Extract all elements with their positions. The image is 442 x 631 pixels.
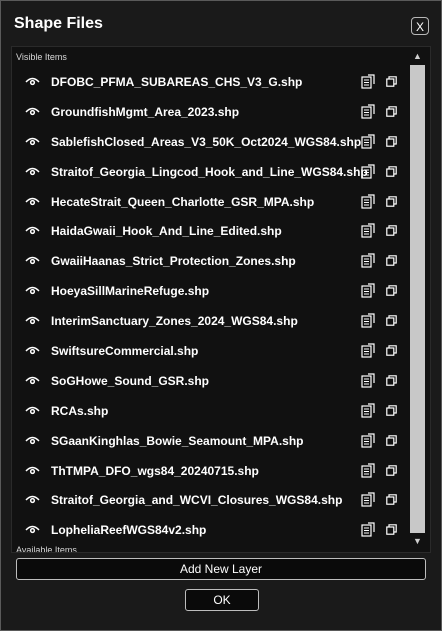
layer-properties-icon[interactable] — [361, 343, 375, 358]
layer-properties-icon[interactable] — [361, 253, 375, 268]
copy-icon[interactable] — [386, 315, 397, 326]
layer-properties-icon[interactable] — [361, 193, 375, 209]
layer-name: DFOBC_PFMA_SUBAREAS_CHS_V3_G.shp — [51, 75, 303, 89]
layer-row[interactable]: RCAs.shp — [12, 396, 410, 426]
copy-icon[interactable] — [386, 434, 397, 446]
layer-properties-icon[interactable] — [361, 104, 375, 119]
list-scrollbar[interactable]: ▲ ▼ — [410, 51, 425, 548]
layer-row[interactable]: Straitof_Georgia_Lingcod_Hook_and_Line_W… — [12, 157, 410, 187]
eye-icon[interactable] — [25, 76, 40, 87]
layer-properties-icon[interactable] — [361, 313, 375, 328]
scroll-down-icon[interactable]: ▼ — [413, 536, 422, 546]
copy-icon[interactable] — [386, 464, 397, 476]
eye-icon[interactable] — [25, 136, 40, 147]
layer-row[interactable]: HaidaGwaii_Hook_And_Line_Edited.shp — [12, 216, 410, 246]
eye-icon[interactable] — [25, 106, 40, 117]
layer-properties-icon[interactable] — [361, 164, 375, 179]
eye-icon[interactable] — [25, 255, 40, 266]
layer-row[interactable]: HoeyaSillMarineRefuge.shp — [12, 276, 410, 306]
eye-icon[interactable] — [25, 524, 40, 535]
layer-row[interactable]: SGaanKinghlas_Bowie_Seamount_MPA.shp — [12, 426, 410, 456]
layer-properties-icon[interactable] — [361, 223, 375, 239]
layer-properties-icon[interactable] — [361, 403, 375, 418]
close-button[interactable]: X — [411, 17, 429, 35]
eye-icon[interactable] — [25, 375, 40, 386]
scroll-thumb[interactable] — [410, 65, 425, 533]
eye-icon[interactable] — [25, 285, 40, 296]
copy-icon[interactable] — [386, 404, 397, 416]
layer-properties-icon[interactable] — [361, 522, 375, 537]
eye-icon[interactable] — [25, 225, 40, 236]
layer-name: LopheliaReefWGS84v2.shp — [51, 523, 207, 538]
copy-icon[interactable] — [386, 76, 397, 87]
layer-row[interactable]: SablefishClosed_Areas_V3_50K_Oct2024_WGS… — [12, 127, 410, 157]
copy-icon[interactable] — [386, 225, 397, 237]
layer-properties-icon[interactable] — [361, 283, 375, 298]
copy-icon[interactable] — [386, 106, 397, 117]
eye-icon[interactable] — [25, 465, 40, 476]
eye-icon[interactable] — [25, 494, 40, 505]
eye-icon[interactable] — [25, 405, 40, 416]
copy-icon[interactable] — [386, 494, 397, 506]
layer-name: HoeyaSillMarineRefuge.shp — [51, 284, 210, 299]
layer-properties-icon[interactable] — [361, 492, 375, 508]
layer-properties-icon[interactable] — [361, 373, 375, 388]
dialog-title: Shape Files — [14, 15, 103, 32]
layer-properties-icon[interactable] — [361, 74, 375, 89]
copy-icon[interactable] — [386, 375, 397, 386]
copy-icon[interactable] — [386, 524, 397, 536]
layer-list: Visible Items DFOBC_PFMA_SUBAREAS_CHS_V3… — [11, 46, 431, 553]
eye-icon[interactable] — [25, 435, 40, 446]
copy-icon[interactable] — [386, 285, 397, 297]
eye-icon[interactable] — [25, 166, 40, 177]
layer-name: HecateStrait_Queen_Charlotte_GSR_MPA.shp — [51, 194, 315, 209]
shape-files-dialog: Shape Files X Visible Items DFOBC_PFMA_S… — [0, 0, 442, 631]
layer-properties-icon[interactable] — [361, 462, 375, 478]
visible-items-label: Visible Items — [16, 52, 67, 62]
layer-name: InterimSanctuary_Zones_2024_WGS84.shp — [51, 314, 298, 329]
layer-properties-icon[interactable] — [361, 433, 375, 448]
eye-icon[interactable] — [25, 315, 40, 326]
layer-name: SablefishClosed_Areas_V3_50K_Oct2024_WGS… — [51, 134, 362, 149]
layer-row[interactable]: LopheliaReefWGS84v2.shp — [12, 515, 410, 545]
layer-row[interactable]: InterimSanctuary_Zones_2024_WGS84.shp — [12, 306, 410, 336]
layer-name: HaidaGwaii_Hook_And_Line_Edited.shp — [51, 224, 282, 239]
layer-row[interactable]: HecateStrait_Queen_Charlotte_GSR_MPA.shp — [12, 187, 410, 217]
available-items-label: Available Items — [16, 545, 77, 553]
layer-row[interactable]: Straitof_Georgia_and_WCVI_Closures_WGS84… — [12, 485, 410, 515]
layer-row[interactable]: SoGHowe_Sound_GSR.shp — [12, 366, 410, 396]
layer-row[interactable]: DFOBC_PFMA_SUBAREAS_CHS_V3_G.shp — [12, 67, 410, 97]
scroll-up-icon[interactable]: ▲ — [413, 51, 422, 61]
copy-icon[interactable] — [386, 195, 397, 207]
layer-name: GroundfishMgmt_Area_2023.shp — [51, 104, 240, 119]
layer-properties-icon[interactable] — [361, 134, 375, 149]
layer-name: Straitof_Georgia_and_WCVI_Closures_WGS84… — [51, 493, 343, 508]
layer-name: RCAs.shp — [51, 403, 109, 418]
eye-icon[interactable] — [25, 196, 40, 207]
layer-row[interactable]: GwaiiHaanas_Strict_Protection_Zones.shp — [12, 246, 410, 276]
layer-name: SwiftsureCommercial.shp — [51, 344, 199, 359]
layer-row[interactable]: ThTMPA_DFO_wgs84_20240715.shp — [12, 456, 410, 486]
eye-icon[interactable] — [25, 345, 40, 356]
copy-icon[interactable] — [386, 135, 397, 147]
add-new-layer-button[interactable]: Add New Layer — [16, 558, 426, 580]
copy-icon[interactable] — [386, 255, 397, 267]
ok-button[interactable]: OK — [185, 589, 259, 611]
layer-name: SoGHowe_Sound_GSR.shp — [51, 373, 210, 388]
copy-icon[interactable] — [386, 165, 397, 177]
layer-name: Straitof_Georgia_Lingcod_Hook_and_Line_W… — [51, 164, 368, 179]
layer-row[interactable]: GroundfishMgmt_Area_2023.shp — [12, 97, 410, 127]
layer-name: ThTMPA_DFO_wgs84_20240715.shp — [51, 463, 259, 478]
layer-items: DFOBC_PFMA_SUBAREAS_CHS_V3_G.shp Groundf… — [12, 67, 410, 545]
copy-icon[interactable] — [386, 345, 397, 356]
layer-row[interactable]: SwiftsureCommercial.shp — [12, 336, 410, 366]
layer-name: SGaanKinghlas_Bowie_Seamount_MPA.shp — [51, 433, 304, 448]
layer-name: GwaiiHaanas_Strict_Protection_Zones.shp — [51, 254, 296, 269]
